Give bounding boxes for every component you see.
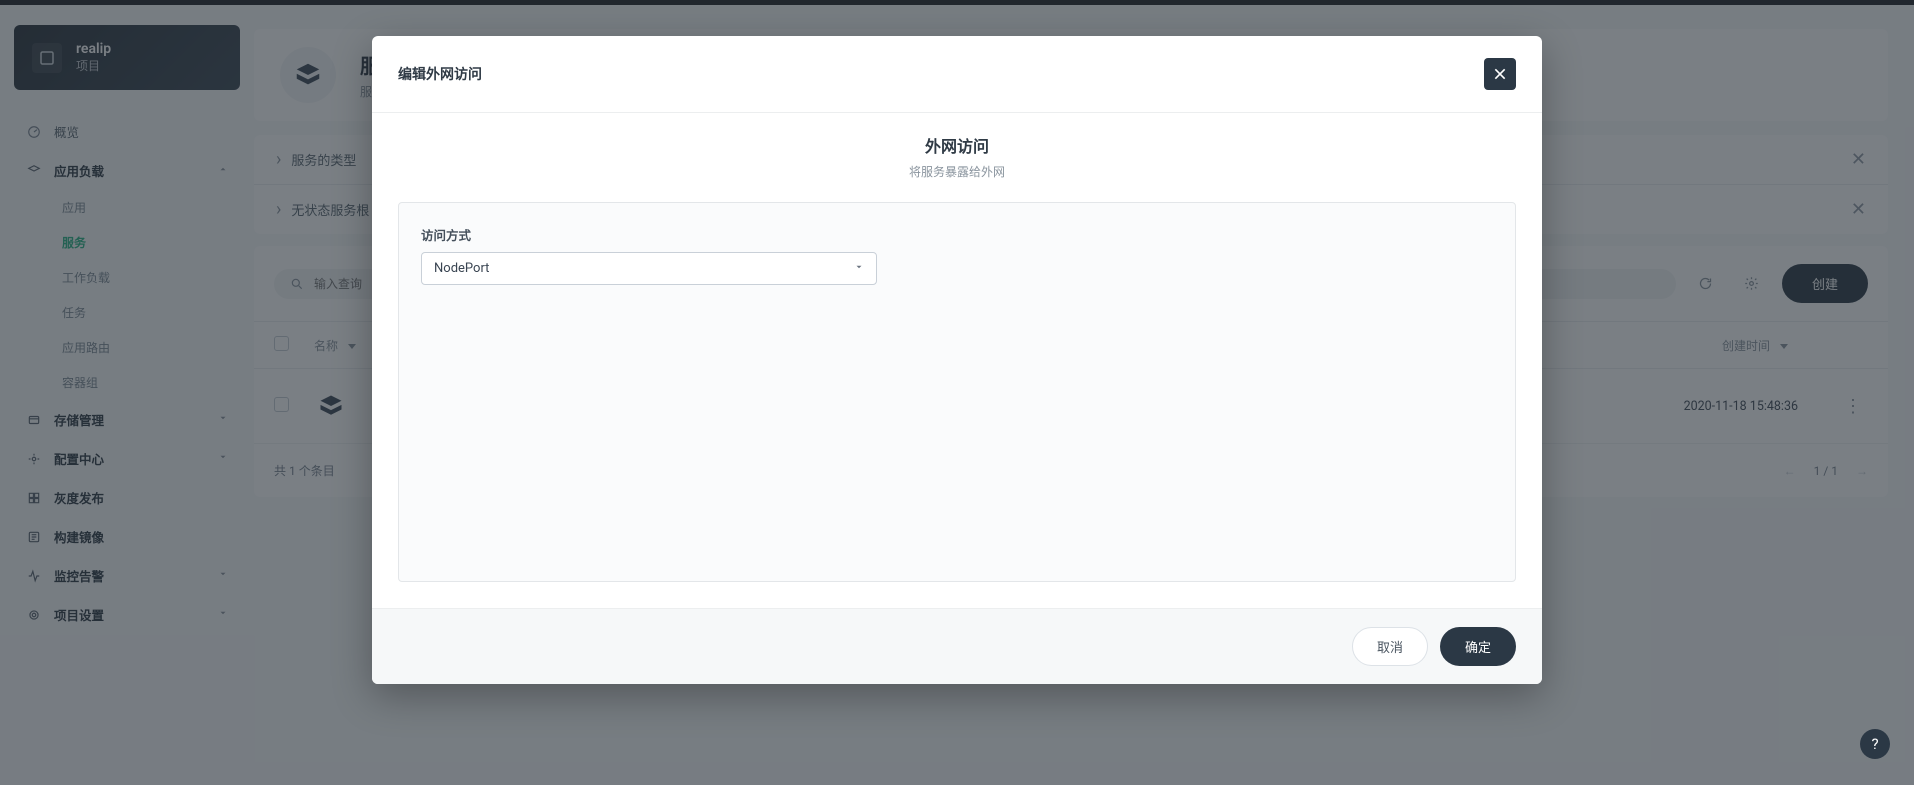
chevron-down-icon <box>854 261 864 276</box>
modal-overlay[interactable]: 编辑外网访问 外网访问 将服务暴露给外网 访问方式 NodePort 取消 <box>0 0 1914 785</box>
help-button[interactable]: ? <box>1860 729 1890 759</box>
ok-button[interactable]: 确定 <box>1440 627 1516 666</box>
field-label-access: 访问方式 <box>421 225 1493 244</box>
access-method-select[interactable]: NodePort <box>421 252 877 285</box>
form-panel: 访问方式 NodePort <box>398 202 1516 582</box>
modal-close-button[interactable] <box>1484 58 1516 90</box>
cancel-button[interactable]: 取消 <box>1352 627 1428 666</box>
modal-intro-title: 外网访问 <box>372 133 1542 157</box>
modal: 编辑外网访问 外网访问 将服务暴露给外网 访问方式 NodePort 取消 <box>372 36 1542 684</box>
select-value: NodePort <box>434 261 489 276</box>
modal-title: 编辑外网访问 <box>398 64 482 84</box>
modal-intro-sub: 将服务暴露给外网 <box>372 163 1542 180</box>
